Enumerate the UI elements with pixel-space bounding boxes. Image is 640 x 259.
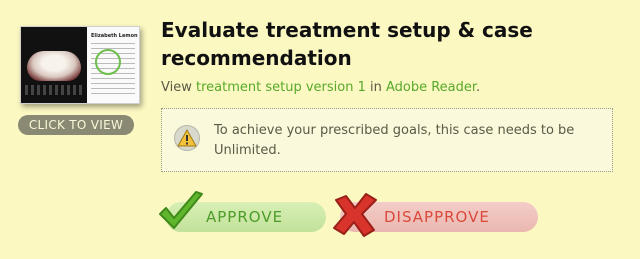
view-suffix: . (476, 80, 481, 95)
alert-message: To achieve your prescribed goals, this c… (214, 123, 575, 158)
view-prefix: View (161, 80, 196, 95)
treatment-thumbnail[interactable]: Elizabeth Lemon (20, 26, 140, 104)
warning-icon (174, 125, 200, 151)
page-title: Evaluate treatment setup & case recommen… (161, 18, 533, 70)
x-icon (333, 193, 377, 237)
treatment-setup-link[interactable]: treatment setup version 1 (196, 80, 366, 95)
case-recommendation-alert: To achieve your prescribed goals, this c… (161, 108, 613, 172)
click-to-view-button[interactable]: CLICK TO VIEW (18, 115, 134, 135)
view-instructions: View treatment setup version 1 in Adobe … (161, 80, 480, 95)
thumbnail-chart-ring (95, 49, 121, 75)
check-icon (159, 191, 203, 229)
view-middle: in (365, 80, 386, 95)
adobe-reader-link[interactable]: Adobe Reader (386, 80, 476, 95)
thumbnail-teeth-grid (25, 85, 83, 95)
teeth-image (27, 51, 81, 81)
thumbnail-patient-name: Elizabeth Lemon (91, 33, 138, 39)
